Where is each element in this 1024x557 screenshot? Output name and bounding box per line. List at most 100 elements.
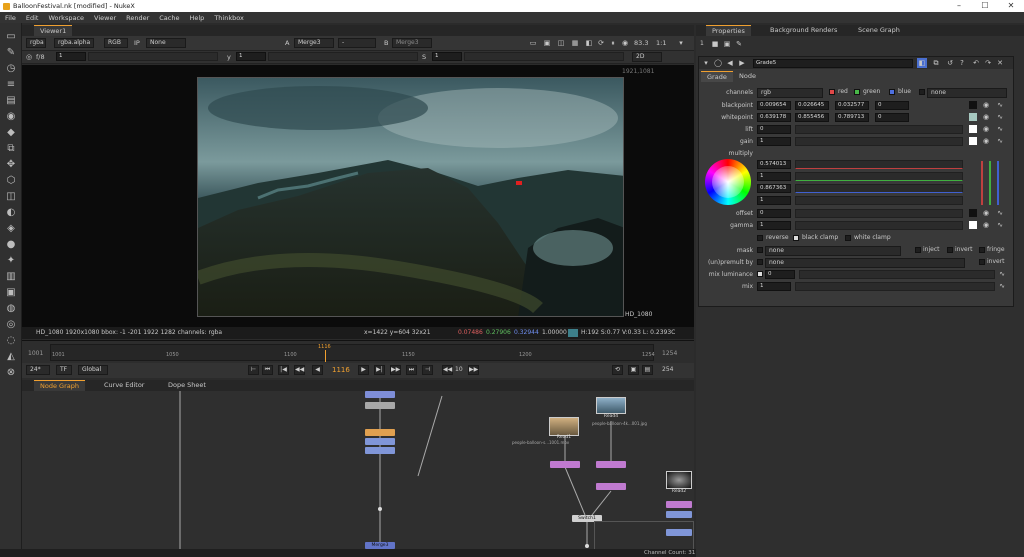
menu-cache[interactable]: Cache — [154, 14, 184, 22]
gamma-slider[interactable] — [268, 52, 418, 61]
ocula-icon[interactable]: ◍ — [5, 303, 17, 315]
mix-luminance-checkbox[interactable] — [757, 271, 763, 277]
green-checkbox[interactable] — [854, 89, 860, 95]
fps-dropdown[interactable]: 24* — [26, 365, 50, 375]
color-wheel-icon[interactable]: ◉ — [981, 100, 991, 110]
channels-select[interactable]: rgb — [757, 88, 823, 98]
particles-icon[interactable]: ✦ — [5, 255, 17, 267]
color-wheel-icon[interactable]: ◉ — [981, 124, 991, 134]
anim-icon[interactable]: ∿ — [995, 208, 1005, 218]
cara-vr-icon[interactable]: ◭ — [5, 351, 17, 363]
redo-icon[interactable]: ↷ — [983, 58, 993, 68]
tab-node-graph[interactable]: Node Graph — [34, 380, 85, 391]
multiply-r-vslider[interactable] — [981, 161, 983, 205]
anim-icon[interactable]: ∿ — [995, 100, 1005, 110]
alpha-dropdown[interactable]: rgba.alpha — [54, 38, 94, 48]
red-checkbox[interactable] — [829, 89, 835, 95]
merge3-node[interactable]: Merge3 — [365, 542, 395, 549]
node-top[interactable] — [365, 391, 395, 398]
other-tools-icon[interactable]: ● — [5, 239, 17, 251]
gain-swatch[interactable] — [969, 137, 977, 145]
first-frame-icon[interactable]: ⏮ — [262, 365, 273, 375]
minimize-icon[interactable]: – — [946, 0, 972, 12]
tab-viewer1[interactable]: Viewer1 — [34, 25, 73, 36]
whitepoint-swatch[interactable] — [969, 113, 977, 121]
menu-viewer[interactable]: Viewer — [89, 14, 121, 22]
roi-icon[interactable]: ▭ — [528, 38, 538, 48]
max-panels-field[interactable]: 1 — [700, 40, 704, 47]
node-read2-transform[interactable] — [666, 511, 692, 518]
node-transform[interactable] — [365, 429, 395, 436]
filter-tools-icon[interactable]: ◉ — [5, 111, 17, 123]
downscale-icon[interactable]: ◧ — [584, 38, 594, 48]
menu-edit[interactable]: Edit — [21, 14, 44, 22]
invert-checkbox[interactable] — [947, 247, 953, 253]
inject-checkbox[interactable] — [915, 247, 921, 253]
menu-file[interactable]: File — [0, 14, 21, 22]
channels-extra-select[interactable]: none — [927, 88, 1007, 98]
back-step-icon[interactable]: ◀◀ — [294, 365, 305, 375]
3d-tools-icon[interactable]: ⬡ — [5, 175, 17, 187]
reverse-checkbox[interactable] — [757, 235, 763, 241]
node-colorspace-a[interactable] — [550, 461, 580, 468]
cache-icon[interactable]: ▣ — [628, 365, 639, 375]
anim-icon[interactable]: ∿ — [995, 124, 1005, 134]
wipe-mode-dropdown[interactable]: - — [338, 38, 376, 48]
mask-select[interactable]: none — [765, 246, 901, 256]
tab-grade[interactable]: Grade — [701, 71, 733, 82]
lock-icon[interactable]: ◉ — [620, 38, 630, 48]
merge-tools-icon[interactable]: ⧉ — [5, 143, 17, 155]
gamma-field[interactable]: 1 — [236, 52, 266, 61]
step-value[interactable]: 10 — [455, 366, 463, 373]
views-tools-icon[interactable]: ◫ — [5, 191, 17, 203]
color-wheel-icon[interactable]: ◉ — [981, 136, 991, 146]
anim-icon[interactable]: ∿ — [995, 112, 1005, 122]
color-tools-icon[interactable]: ▤ — [5, 95, 17, 107]
proxy-icon[interactable]: ▦ — [570, 38, 580, 48]
anim-icon[interactable]: ∿ — [995, 220, 1005, 230]
lift-slider[interactable] — [795, 125, 963, 134]
tab-dope-sheet[interactable]: Dope Sheet — [162, 380, 212, 391]
skip-forward-icon[interactable]: ▶▶ — [468, 365, 479, 375]
menu-render[interactable]: Render — [121, 14, 154, 22]
clear-panels-icon[interactable]: ■ — [710, 39, 720, 49]
gamma-swatch[interactable] — [969, 221, 977, 229]
transform-tools-icon[interactable]: ✥ — [5, 159, 17, 171]
tab-background-renders[interactable]: Background Renders — [764, 25, 843, 36]
multiply-r-slider[interactable] — [795, 160, 963, 169]
saturation-slider[interactable] — [464, 52, 624, 61]
last-frame-icon[interactable]: ⏭ — [406, 365, 417, 375]
multiply-rgba-sliders[interactable] — [969, 161, 1005, 207]
whitepoint-a[interactable]: 0 — [875, 113, 909, 122]
clip-warning-icon[interactable]: ◫ — [556, 38, 566, 48]
multiply-b-vslider[interactable] — [997, 161, 999, 205]
mix-luminance-field[interactable]: 0 — [765, 270, 795, 279]
ip-button[interactable]: IP — [134, 38, 140, 48]
timeline-track[interactable] — [50, 344, 654, 361]
tab-node[interactable]: Node — [733, 71, 762, 82]
read1-thumbnail[interactable] — [549, 417, 579, 436]
gamma-slider-prop[interactable] — [795, 221, 963, 230]
gain-slider[interactable] — [88, 52, 218, 61]
loop-icon[interactable]: ⟲ — [612, 365, 623, 375]
gizmos-icon[interactable]: ◌ — [5, 335, 17, 347]
keyer-tools-icon[interactable]: ◆ — [5, 127, 17, 139]
menu-thinkbox[interactable]: Thinkbox — [209, 14, 249, 22]
white-clamp-checkbox[interactable] — [845, 235, 851, 241]
read2-label[interactable]: Read2 — [666, 489, 692, 494]
center-node-icon[interactable]: ◀ — [725, 58, 735, 68]
node-history-icon[interactable]: ▶ — [737, 58, 747, 68]
multiply-g-vslider[interactable] — [989, 161, 991, 205]
toolsets-icon[interactable]: ◈ — [5, 223, 17, 235]
deadline-icon[interactable]: ⊗ — [5, 367, 17, 379]
mix-luminance-slider[interactable] — [799, 270, 995, 279]
node-reformat[interactable] — [596, 483, 626, 490]
zoom-level[interactable]: 83.3 — [634, 38, 648, 48]
draw-tools-icon[interactable]: ✎ — [5, 47, 17, 59]
blackpoint-g[interactable]: 0.026645 — [795, 101, 829, 110]
next-frame-icon[interactable]: ▶| — [374, 365, 385, 375]
prev-frame-icon[interactable]: ◀ — [312, 365, 323, 375]
furnace-icon[interactable]: ▣ — [5, 287, 17, 299]
skip-back-icon[interactable]: ◀◀ — [442, 365, 453, 375]
multiply-g[interactable]: 1 — [757, 172, 791, 181]
